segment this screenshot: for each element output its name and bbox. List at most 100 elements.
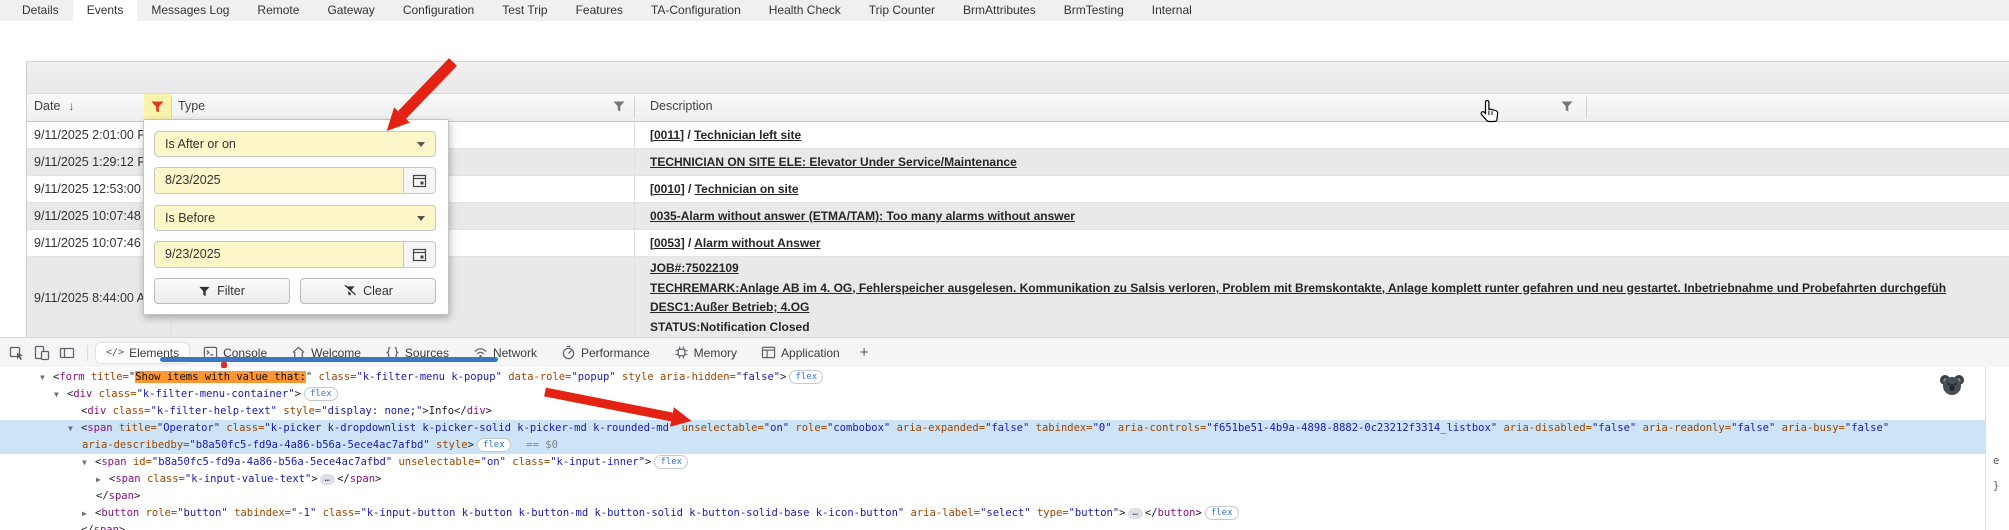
expand-arrow-icon[interactable]: ▶	[82, 505, 95, 522]
event-link[interactable]: 0035-Alarm without answer (ETMA/TAM): To…	[650, 209, 1075, 223]
type-filter-icon[interactable]	[613, 101, 625, 112]
funnel-icon	[199, 286, 210, 297]
devtools-toolbar: </>ElementsConsoleWelcomeSourcesNetworkP…	[0, 338, 2009, 367]
panel-layout-icon[interactable]	[56, 343, 78, 363]
dom-tree-line[interactable]: </span>	[0, 522, 1985, 530]
dom-tree-line[interactable]: <div class="k-filter-help-text" style="d…	[0, 403, 1985, 420]
dom-tree-line[interactable]: ▼<form title="Show items with value that…	[0, 369, 1985, 386]
app-tab-strip: DetailsEventsMessages LogRemoteGatewayCo…	[0, 0, 2009, 21]
add-tab-button[interactable]: +	[852, 344, 877, 361]
application-icon	[761, 345, 776, 360]
dom-tree-line[interactable]: ▶<button role="button" tabindex="-1" cla…	[0, 505, 1985, 522]
code-icon: </>	[106, 347, 124, 358]
expand-arrow-icon[interactable]: ▼	[40, 369, 53, 386]
dom-tree-line[interactable]: </span>	[0, 488, 1985, 505]
event-code-link[interactable]: 0010	[654, 182, 681, 196]
status-text: STATUS:Notification Closed	[650, 318, 1946, 338]
desc1-link[interactable]: DESC1:Außer Betrieb; 4.OG	[650, 298, 1946, 318]
calendar-icon	[412, 173, 427, 188]
clear-button[interactable]: Clear	[300, 278, 436, 304]
funnel-icon	[151, 101, 164, 113]
filter-button[interactable]: Filter	[154, 278, 290, 304]
collapsed-content-pill[interactable]: …	[1128, 508, 1143, 519]
operator-dropdown-2[interactable]: Is Before	[154, 205, 436, 231]
event-link[interactable]: Alarm without Answer	[694, 236, 820, 250]
date-input-1[interactable]: 8/23/2025	[154, 167, 436, 194]
app-tab-health-check[interactable]: Health Check	[755, 0, 855, 21]
expand-arrow-icon[interactable]: ▼	[54, 386, 67, 403]
column-separator	[171, 97, 172, 118]
devtools-tab-application[interactable]: Application	[751, 342, 850, 363]
app-tab-test-trip[interactable]: Test Trip	[488, 0, 561, 21]
elements-dom-tree: ▼<form title="Show items with value that…	[0, 367, 1985, 530]
devtools-tab-performance[interactable]: Performance	[551, 342, 660, 363]
calendar-button[interactable]	[403, 241, 436, 268]
event-link[interactable]: TECHNICIAN ON SITE ELE: Elevator Under S…	[650, 155, 1017, 169]
app-tab-configuration[interactable]: Configuration	[389, 0, 488, 21]
devtools-tab-memory[interactable]: Memory	[664, 342, 747, 363]
devtools-panel: </>ElementsConsoleWelcomeSourcesNetworkP…	[0, 337, 2009, 530]
inspect-element-icon[interactable]	[6, 343, 28, 363]
device-toolbar-icon[interactable]	[31, 343, 53, 363]
techremark-link[interactable]: TECHREMARK:Anlage AB im 4. OG, Fehlerspe…	[650, 279, 1946, 299]
toolbar-separator	[87, 345, 88, 361]
clear-funnel-icon	[343, 285, 356, 297]
event-code-link[interactable]: 0053	[654, 236, 681, 250]
calendar-button[interactable]	[403, 167, 436, 194]
expand-arrow-icon[interactable]: ▼	[82, 454, 95, 471]
flex-badge[interactable]: flex	[654, 455, 688, 469]
styles-fragment: }	[1993, 480, 1999, 492]
column-header-description[interactable]: Description	[650, 99, 713, 113]
chevron-down-icon	[417, 142, 425, 147]
event-code-link[interactable]: 0011	[654, 128, 680, 142]
performance-icon	[561, 345, 576, 360]
app-tab-messages-log[interactable]: Messages Log	[137, 0, 243, 21]
styles-pane-sliver: e }	[1985, 367, 2009, 530]
date-input-2[interactable]: 9/23/2025	[154, 241, 436, 268]
dom-tree-line[interactable]: aria-describedby="b8a50fc5-fd9a-4a86-b56…	[0, 437, 1985, 454]
app-tab-gateway[interactable]: Gateway	[313, 0, 388, 21]
cell-description: [0053] / Alarm without Answer	[634, 230, 821, 256]
event-link[interactable]: Technician left site	[694, 128, 801, 142]
column-header-type[interactable]: Type	[178, 99, 205, 113]
app-tab-brmtesting[interactable]: BrmTesting	[1050, 0, 1138, 21]
dom-tree-line[interactable]: ▼<span title="Operator" class="k-picker …	[0, 420, 1985, 437]
dom-tree-line[interactable]: ▶<span class="k-input-value-text">…</spa…	[0, 471, 1985, 488]
flex-badge[interactable]: flex	[477, 438, 511, 452]
date-value-1[interactable]: 8/23/2025	[154, 167, 403, 194]
app-tab-brmattributes[interactable]: BrmAttributes	[949, 0, 1050, 21]
app-tab-remote[interactable]: Remote	[243, 0, 313, 21]
app-tab-ta-configuration[interactable]: TA-Configuration	[637, 0, 755, 21]
app-tab-internal[interactable]: Internal	[1138, 0, 1206, 21]
cell-description: [0011] / Technician left site	[634, 122, 801, 148]
event-link[interactable]: Technician on site	[695, 182, 799, 196]
flex-badge[interactable]: flex	[789, 370, 823, 384]
app-tab-details[interactable]: Details	[8, 0, 73, 21]
column-header-date[interactable]: Date↓	[34, 99, 74, 113]
collapsed-content-pill[interactable]: …	[320, 474, 335, 485]
grid-header-row: Date↓ Type Description	[27, 94, 2009, 122]
app-tab-features[interactable]: Features	[562, 0, 637, 21]
app-tab-trip-counter[interactable]: Trip Counter	[855, 0, 949, 21]
devtools-tab-label: Application	[781, 346, 840, 360]
dom-tree-line[interactable]: ▼<span id="b8a50fc5-fd9a-4a86-b56a-5ece4…	[0, 454, 1985, 471]
cell-description: 0035-Alarm without answer (ETMA/TAM): To…	[634, 203, 1075, 229]
app-tab-events[interactable]: Events	[73, 0, 138, 21]
devtools-tab-label: Network	[493, 346, 537, 360]
flex-badge[interactable]: flex	[304, 387, 338, 401]
description-filter-icon[interactable]	[1561, 101, 1573, 112]
date-filter-button[interactable]	[144, 94, 171, 120]
expand-arrow-icon[interactable]: ▶	[96, 471, 109, 488]
styles-fragment: e	[1993, 455, 1999, 467]
expand-arrow-icon[interactable]: ▼	[68, 420, 81, 437]
operator-dropdown-1[interactable]: Is After or on	[154, 131, 436, 157]
blue-indicator-bar[interactable]	[160, 357, 498, 362]
calendar-icon	[412, 247, 427, 262]
cell-description: TECHNICIAN ON SITE ELE: Elevator Under S…	[634, 149, 1017, 175]
flex-badge[interactable]: flex	[1205, 506, 1239, 520]
devtools-tab-label: Memory	[694, 346, 737, 360]
date-value-2[interactable]: 9/23/2025	[154, 241, 403, 268]
cell-description: [0010] / Technician on site	[634, 176, 799, 202]
dom-tree-line[interactable]: ▼<div class="k-filter-menu-container">fl…	[0, 386, 1985, 403]
job-link[interactable]: JOB#:75022109	[650, 259, 1946, 279]
